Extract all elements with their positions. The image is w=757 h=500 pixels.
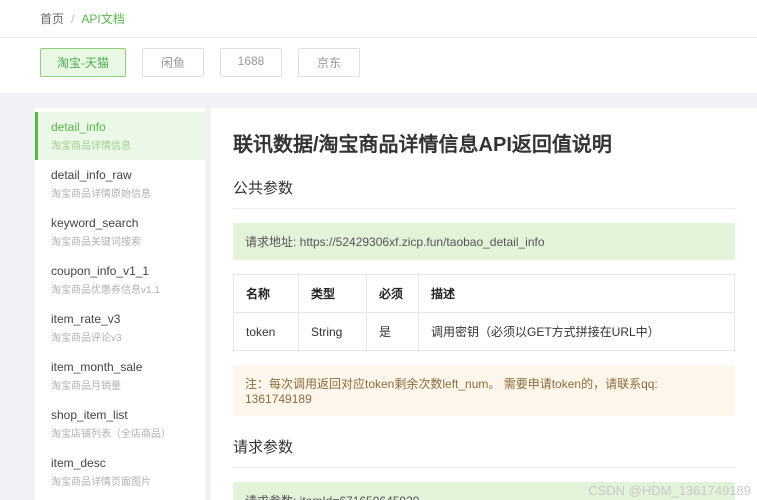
col-header-type: 类型 xyxy=(298,274,367,313)
sidebar-item-desc: 淘宝商品详情信息 xyxy=(51,141,131,152)
sidebar-item-name: detail_info xyxy=(51,120,106,134)
section-heading-public-params: 公共参数 xyxy=(233,177,735,209)
sidebar-item-name: item_month_sale xyxy=(51,360,143,374)
tab-1688[interactable]: 1688 xyxy=(220,48,282,77)
section-heading-request-params: 请求参数 xyxy=(233,436,735,468)
col-header-name: 名称 xyxy=(233,274,299,313)
sidebar-item-desc: 淘宝店铺列表（全店商品） xyxy=(51,429,171,440)
cell-type: String xyxy=(298,312,367,351)
doc-panel: 联讯数据/淘宝商品详情信息API返回值说明 公共参数 请求地址: https:/… xyxy=(211,108,757,500)
tab-jd[interactable]: 京东 xyxy=(298,48,360,77)
sidebar-item-desc: 淘宝商品详情页面图片 xyxy=(51,477,151,488)
sidebar-item-desc: 淘宝商品评论v3 xyxy=(51,333,122,344)
breadcrumb-home-link[interactable]: 首页 xyxy=(40,10,64,27)
request-params-box: 请求参数: itemId=671650645929 xyxy=(233,482,735,500)
sidebar-item-desc: 淘宝商品优惠券信息v1.1 xyxy=(51,285,160,296)
breadcrumb: 首页 / API文档 xyxy=(0,0,757,38)
sidebar-item-item-desc[interactable]: item_desc 淘宝商品详情页面图片 xyxy=(35,448,205,496)
platform-tabs: 淘宝-天猫 闲鱼 1688 京东 xyxy=(0,38,757,94)
tab-taobao-tmall[interactable]: 淘宝-天猫 xyxy=(40,48,126,77)
col-header-desc: 描述 xyxy=(418,274,735,313)
sidebar-item-item-month-sale[interactable]: item_month_sale 淘宝商品月销量 xyxy=(35,352,205,400)
api-sidebar: detail_info 淘宝商品详情信息 detail_info_raw 淘宝商… xyxy=(35,108,205,500)
cell-name: token xyxy=(233,312,299,351)
col-header-required: 必须 xyxy=(366,274,419,313)
table-row: token String 是 调用密钥（必须以GET方式拼接在URL中） xyxy=(233,312,735,351)
sidebar-item-name: coupon_info_v1_1 xyxy=(51,264,150,278)
public-params-table: 名称 类型 必须 描述 token String 是 调用密钥（必须以GET方式… xyxy=(233,274,735,351)
sidebar-item-detail-info[interactable]: detail_info 淘宝商品详情信息 xyxy=(35,112,205,160)
request-url-box: 请求地址: https://52429306xf.zicp.fun/taobao… xyxy=(233,223,735,260)
cell-desc: 调用密钥（必须以GET方式拼接在URL中） xyxy=(418,312,735,351)
sidebar-item-desc: 淘宝商品关键词搜索 xyxy=(51,237,141,248)
sidebar-item-desc: 淘宝商品详情原始信息 xyxy=(51,189,151,200)
sidebar-item-name: shop_item_list xyxy=(51,408,128,422)
content-area: detail_info 淘宝商品详情信息 detail_info_raw 淘宝商… xyxy=(0,94,757,500)
sidebar-item-desc: 淘宝商品月销量 xyxy=(51,381,121,392)
breadcrumb-separator: / xyxy=(71,11,75,26)
sidebar-item-coupon-info[interactable]: coupon_info_v1_1 淘宝商品优惠券信息v1.1 xyxy=(35,256,205,304)
cell-required: 是 xyxy=(366,312,419,351)
table-header-row: 名称 类型 必须 描述 xyxy=(233,274,735,313)
tab-xianyu[interactable]: 闲鱼 xyxy=(142,48,204,77)
sidebar-item-detail-info-raw[interactable]: detail_info_raw 淘宝商品详情原始信息 xyxy=(35,160,205,208)
sidebar-item-item-rate[interactable]: item_rate_v3 淘宝商品评论v3 xyxy=(35,304,205,352)
sidebar-item-keyword-search[interactable]: keyword_search 淘宝商品关键词搜索 xyxy=(35,208,205,256)
page-title: 联讯数据/淘宝商品详情信息API返回值说明 xyxy=(233,134,612,156)
sidebar-item-shop-item-list[interactable]: shop_item_list 淘宝店铺列表（全店商品） xyxy=(35,400,205,448)
token-note-box: 注：每次调用返回对应token剩余次数left_num。 需要申请token的，… xyxy=(233,365,735,416)
breadcrumb-current[interactable]: API文档 xyxy=(81,10,124,27)
sidebar-item-name: detail_info_raw xyxy=(51,168,132,182)
sidebar-item-name: item_rate_v3 xyxy=(51,312,121,326)
sidebar-item-name: item_desc xyxy=(51,456,106,470)
sidebar-item-name: keyword_search xyxy=(51,216,139,230)
